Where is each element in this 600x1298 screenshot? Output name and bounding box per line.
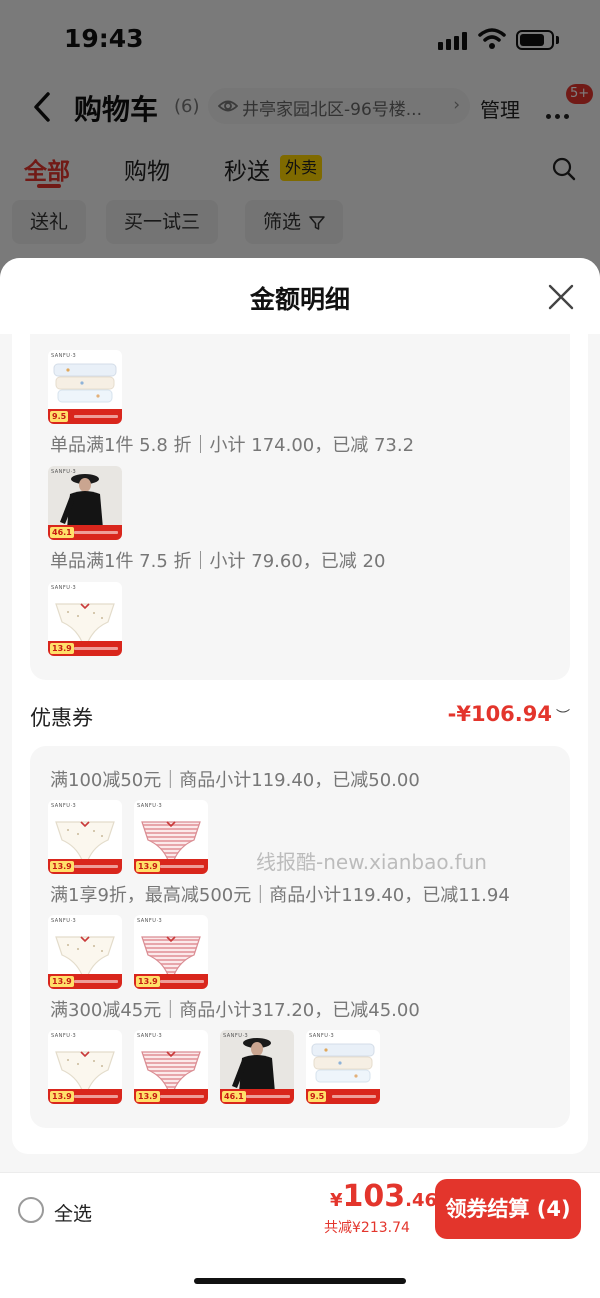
- price-label: 9.5: [50, 411, 69, 422]
- brand-label: SANFU·3: [137, 1033, 163, 1039]
- price-tag: 9.5: [48, 409, 122, 424]
- price-tag: 13.9: [48, 974, 122, 989]
- coupon-amount[interactable]: -¥106.94: [448, 702, 552, 726]
- price-label: 13.9: [50, 976, 74, 987]
- product-thumb-pack[interactable]: SANFU·3 9.5: [48, 350, 122, 424]
- brand-label: SANFU·3: [223, 1033, 249, 1039]
- price-tag-stripe: [160, 865, 204, 868]
- price-label: 13.9: [136, 976, 160, 987]
- price-tag: 13.9: [134, 974, 208, 989]
- brand-label: SANFU·3: [137, 918, 163, 924]
- sheet-header: 金额明细: [0, 258, 600, 334]
- product-thumb-brief-white[interactable]: SANFU·3 13.9: [48, 915, 122, 989]
- price-label: 13.9: [136, 1091, 160, 1102]
- product-thumb-shirt[interactable]: SANFU·3 46.1: [48, 466, 122, 540]
- price-tag: 13.9: [134, 859, 208, 874]
- price-tag-stripe: [74, 531, 118, 534]
- currency-symbol: ¥: [330, 1190, 343, 1211]
- price-tag-stripe: [74, 415, 118, 418]
- coupon-rule: 满100减50元｜商品小计119.40，已减50.00: [50, 770, 420, 791]
- product-thumb-brief-pink[interactable]: SANFU·3 13.9: [134, 1030, 208, 1104]
- product-thumb-brief-white[interactable]: SANFU·3 13.9: [48, 582, 122, 656]
- price-label: 46.1: [50, 527, 74, 538]
- price-label: 9.5: [308, 1091, 327, 1102]
- checkout-bar: 全选 ¥103.46 共减¥213.74 领券结算 (4): [0, 1172, 600, 1246]
- brand-label: SANFU·3: [137, 803, 163, 809]
- price-tag-stripe: [246, 1095, 290, 1098]
- brand-label: SANFU·3: [309, 1033, 335, 1039]
- brand-label: SANFU·3: [51, 469, 77, 475]
- total-integer: 103: [342, 1179, 406, 1214]
- price-tag-stripe: [74, 980, 118, 983]
- discount-rule: 单品满1件 5.8 折｜小计 174.00，已减 73.2: [50, 435, 415, 456]
- price-tag: 13.9: [48, 641, 122, 656]
- brand-label: SANFU·3: [51, 803, 77, 809]
- discount-card: SANFU·3 9.5 单品满1件 5.8 折｜小计 174.00，已减 73.2…: [30, 334, 570, 680]
- brand-label: SANFU·3: [51, 1033, 77, 1039]
- chevron-down-icon[interactable]: ︶: [556, 706, 570, 726]
- product-thumb-pack[interactable]: SANFU·3 9.5: [306, 1030, 380, 1104]
- price-tag-stripe: [74, 1095, 118, 1098]
- watermark: 线报酷-new.xianbao.fun: [256, 850, 487, 874]
- product-thumb-brief-white[interactable]: SANFU·3 13.9: [48, 800, 122, 874]
- price-label: 46.1: [222, 1091, 246, 1102]
- product-thumb-brief-white[interactable]: SANFU·3 13.9: [48, 1030, 122, 1104]
- price-label: 13.9: [50, 1091, 74, 1102]
- product-thumb-brief-pink[interactable]: SANFU·3 13.9: [134, 800, 208, 874]
- coupon-card: 满100减50元｜商品小计119.40，已减50.00 SANFU·3 13.9 …: [30, 746, 570, 1128]
- price-label: 13.9: [50, 643, 74, 654]
- price-tag-stripe: [160, 1095, 204, 1098]
- sheet-title: 金额明细: [249, 285, 350, 314]
- amount-detail-sheet: 金额明细 SANFU·3 9.5 单品满1件 5.8 折｜小计 174.00，已减…: [0, 258, 600, 1298]
- price-tag: 13.9: [48, 859, 122, 874]
- total-price: ¥103.46: [330, 1179, 437, 1214]
- product-thumb-brief-pink[interactable]: SANFU·3 13.9: [134, 915, 208, 989]
- coupon-label: 优惠券: [30, 706, 93, 730]
- price-tag: 46.1: [220, 1089, 294, 1104]
- product-thumb-shirt[interactable]: SANFU·3 46.1: [220, 1030, 294, 1104]
- price-tag: 9.5: [306, 1089, 380, 1104]
- dim-overlay[interactable]: [0, 0, 600, 300]
- coupon-rule: 满300减45元｜商品小计317.20，已减45.00: [50, 1000, 420, 1021]
- price-label: 13.9: [136, 861, 160, 872]
- sheet-body: SANFU·3 9.5 单品满1件 5.8 折｜小计 174.00，已减 73.2…: [12, 334, 588, 1154]
- coupon-rule: 满1享9折，最高减500元｜商品小计119.40，已减11.94: [50, 885, 510, 906]
- close-icon[interactable]: [548, 284, 574, 310]
- brand-label: SANFU·3: [51, 918, 77, 924]
- checkout-button[interactable]: 领券结算 (4): [435, 1179, 581, 1239]
- select-all-radio[interactable]: [18, 1197, 44, 1223]
- price-tag: 13.9: [48, 1089, 122, 1104]
- brand-label: SANFU·3: [51, 585, 77, 591]
- price-tag: 46.1: [48, 525, 122, 540]
- total-decimal: .46: [405, 1190, 438, 1211]
- discount-rule: 单品满1件 7.5 折｜小计 79.60，已减 20: [50, 551, 386, 572]
- price-tag-stripe: [160, 980, 204, 983]
- select-all-label[interactable]: 全选: [54, 1199, 92, 1226]
- brand-label: SANFU·3: [51, 353, 77, 359]
- home-indicator-area: [0, 1246, 600, 1298]
- price-tag-stripe: [74, 647, 118, 650]
- price-tag: 13.9: [134, 1089, 208, 1104]
- price-tag-stripe: [332, 1095, 376, 1098]
- home-indicator: [194, 1278, 406, 1284]
- price-tag-stripe: [74, 865, 118, 868]
- total-saved[interactable]: 共减¥213.74: [324, 1217, 410, 1237]
- price-label: 13.9: [50, 861, 74, 872]
